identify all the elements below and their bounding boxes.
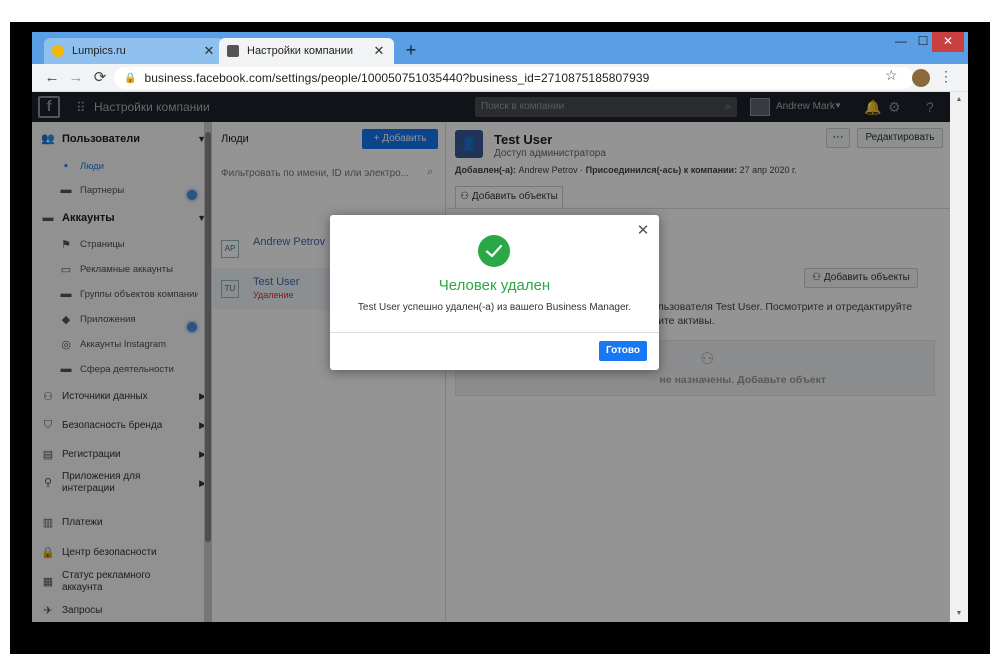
extension-icon[interactable] — [912, 69, 930, 87]
lock-icon: 🔒 — [124, 72, 137, 84]
tab-strip: Lumpics.ru ✕ Настройки компании ✕ + — ☐ … — [32, 32, 968, 64]
new-tab-button[interactable]: + — [402, 40, 420, 61]
tab-close-icon[interactable]: ✕ — [202, 43, 216, 59]
dialog-divider — [330, 332, 659, 333]
forward-arrow-icon[interactable]: → — [66, 68, 86, 88]
person-removed-dialog: ✕ Человек удален Test User успешно удале… — [330, 215, 659, 370]
screenshot-frame: Lumpics.ru ✕ Настройки компании ✕ + — ☐ … — [0, 0, 1000, 654]
window-close-button[interactable]: ✕ — [932, 32, 964, 52]
tab-close-icon[interactable]: ✕ — [372, 43, 386, 59]
browser-toolbar: ← → ⟳ 🔒 business.facebook.com/settings/p… — [32, 64, 968, 92]
dialog-message: Test User успешно удален(-а) из вашего B… — [357, 302, 632, 313]
reload-icon[interactable]: ⟳ — [90, 68, 110, 88]
tab-title: Настройки компании — [247, 45, 354, 57]
browser-menu-icon[interactable]: ⋮ — [939, 68, 953, 85]
minimize-button[interactable]: — — [890, 32, 912, 52]
url-text: business.facebook.com/settings/people/10… — [144, 71, 650, 85]
address-bar[interactable]: 🔒 business.facebook.com/settings/people/… — [114, 67, 914, 89]
browser-window: Lumpics.ru ✕ Настройки компании ✕ + — ☐ … — [32, 32, 968, 622]
bookmark-star-icon[interactable]: ☆ — [885, 67, 898, 84]
scroll-down-icon[interactable]: ▼ — [950, 610, 968, 617]
done-button[interactable]: Готово — [599, 341, 647, 361]
dialog-title: Человек удален — [438, 277, 551, 294]
page-scrollbar[interactable]: ▲ ▼ — [950, 92, 968, 622]
success-check-icon — [478, 235, 510, 267]
close-icon[interactable]: ✕ — [635, 221, 651, 239]
tab-title: Lumpics.ru — [72, 45, 126, 57]
maximize-button[interactable]: ☐ — [912, 32, 934, 52]
tab-lumpics[interactable]: Lumpics.ru ✕ — [44, 38, 224, 64]
lumpics-favicon-icon — [52, 45, 64, 57]
back-arrow-icon[interactable]: ← — [42, 68, 62, 88]
facebook-business-favicon-icon — [227, 45, 239, 57]
tab-business-settings[interactable]: Настройки компании ✕ — [219, 38, 394, 64]
scroll-up-icon[interactable]: ▲ — [950, 96, 968, 103]
